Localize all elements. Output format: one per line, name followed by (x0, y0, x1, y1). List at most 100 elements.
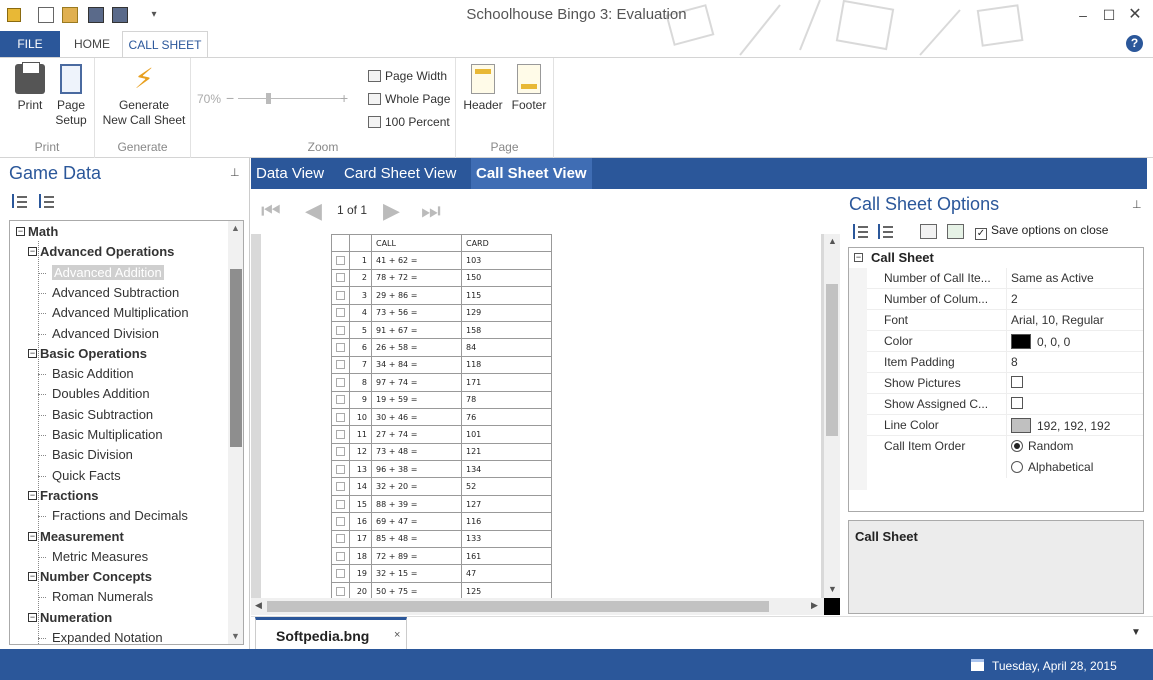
reset-options-icon[interactable] (920, 224, 937, 239)
pin-icon[interactable]: ⊥ (230, 166, 240, 179)
zoom-slider-knob[interactable] (266, 93, 271, 104)
tree-collapse-icon[interactable]: − (28, 531, 37, 541)
hundred-percent-button[interactable]: 100 Percent (368, 114, 450, 132)
tree-item[interactable]: Math (28, 223, 58, 241)
header-button[interactable]: Header (462, 64, 504, 113)
save-on-close-checkbox[interactable]: ✓ Save options on close (975, 223, 1108, 240)
tree-item[interactable]: Advanced Subtraction (52, 284, 179, 302)
generate-call-sheet-button[interactable]: ⚡ Generate New Call Sheet (101, 64, 187, 128)
tab-call-sheet-view[interactable]: Call Sheet View (471, 158, 592, 189)
viewer-scroll-right-icon[interactable]: ▶ (811, 600, 818, 611)
scroll-up-icon[interactable]: ▲ (231, 223, 240, 233)
radio-alphabetical-icon[interactable] (1011, 461, 1023, 473)
viewer-scroll-down-icon[interactable]: ▼ (828, 584, 837, 594)
tree-item[interactable]: Basic Operations (40, 345, 147, 363)
viewer-horizontal-scrollbar[interactable]: ◀ ▶ (251, 598, 824, 615)
tree-item[interactable]: Metric Measures (52, 548, 148, 566)
prop-call-item-order[interactable]: Call Item Order Random Alphabetical (867, 436, 1143, 478)
tree-item[interactable]: Fractions (40, 487, 99, 505)
zoom-in-button[interactable]: + (340, 90, 348, 106)
tree-collapse-icon[interactable]: − (28, 572, 37, 582)
viewer-vertical-scrollbar[interactable]: ▲ ▼ (824, 234, 840, 598)
last-page-icon[interactable]: ⏭ (421, 198, 441, 224)
first-page-icon[interactable]: ⏮ (261, 198, 281, 224)
print-button[interactable]: Print (12, 62, 48, 113)
tree-item[interactable]: Doubles Addition (52, 385, 150, 403)
prop-font[interactable]: Font Arial, 10, Regular (867, 310, 1143, 331)
zoom-out-button[interactable]: − (226, 90, 234, 106)
tree-item[interactable]: Fractions and Decimals (52, 507, 188, 525)
footer-button[interactable]: Footer (508, 64, 550, 113)
tree-item[interactable]: Measurement (40, 528, 124, 546)
prop-item-padding[interactable]: Item Padding 8 (867, 352, 1143, 373)
order-random-radio[interactable]: Random (1011, 439, 1073, 453)
tab-call-sheet[interactable]: CALL SHEET (122, 31, 208, 58)
maximize-button[interactable]: ☐ (1099, 6, 1119, 24)
tree-item[interactable]: Basic Multiplication (52, 426, 163, 444)
options-collapse-icon[interactable] (853, 224, 870, 239)
scroll-down-icon[interactable]: ▼ (231, 631, 240, 641)
tree-collapse-icon[interactable]: − (28, 247, 37, 257)
radio-random-icon[interactable] (1011, 440, 1023, 452)
zoom-slider[interactable] (238, 93, 342, 104)
viewer-scroll-thumb[interactable] (826, 284, 838, 436)
game-data-tree[interactable]: ▲ ▼ − Math − Advanced Operations Advanced Ad… (9, 220, 244, 645)
viewer-hscroll-thumb[interactable] (267, 601, 769, 612)
tree-item[interactable]: Advanced Addition (52, 264, 164, 282)
options-pin-icon[interactable]: ⊥ (1132, 198, 1142, 211)
close-tab-icon[interactable]: × (394, 629, 400, 641)
prop-show-pictures[interactable]: Show Pictures (867, 373, 1143, 394)
page-width-button[interactable]: Page Width (368, 68, 447, 86)
tree-scrollbar[interactable]: ▲ ▼ (228, 221, 243, 644)
apply-options-icon[interactable] (947, 224, 964, 239)
tree-item[interactable]: Number Concepts (40, 568, 152, 586)
tree-item[interactable]: Roman Numerals (52, 588, 153, 606)
collapse-all-icon[interactable] (12, 194, 29, 208)
tab-list-dropdown-icon[interactable]: ▼ (1131, 627, 1141, 638)
tree-item[interactable]: Advanced Multiplication (52, 304, 189, 322)
prop-line-color[interactable]: Line Color 192, 192, 192 (867, 415, 1143, 436)
section-collapse-icon[interactable]: − (854, 253, 863, 262)
line-color-swatch[interactable] (1011, 418, 1031, 433)
page-setup-button[interactable]: Page Setup (52, 64, 90, 128)
tree-item[interactable]: Basic Division (52, 446, 133, 464)
whole-page-button[interactable]: Whole Page (368, 91, 450, 109)
help-icon[interactable]: ? (1126, 35, 1143, 52)
tree-item[interactable]: Advanced Operations (40, 243, 174, 261)
tree-collapse-icon[interactable]: − (28, 612, 37, 622)
show-pictures-checkbox[interactable] (1011, 376, 1023, 388)
tree-item[interactable]: Numeration (40, 609, 112, 627)
sheet-area[interactable]: CALL CARD 1 41 + 62 = 103 2 78 + 72 = 150 3 29 … (251, 234, 840, 598)
tree-collapse-icon[interactable]: − (28, 490, 37, 500)
color-swatch[interactable] (1011, 334, 1031, 349)
next-page-icon[interactable]: ▶ (383, 198, 400, 224)
prop-show-assigned[interactable]: Show Assigned C... (867, 394, 1143, 415)
tree-item[interactable]: Advanced Division (52, 325, 159, 343)
viewer-scroll-up-icon[interactable]: ▲ (828, 236, 837, 246)
prop-number-of-columns[interactable]: Number of Colum... 2 (867, 289, 1143, 310)
file-menu[interactable]: FILE (0, 31, 60, 57)
previous-page-icon[interactable]: ◀ (305, 198, 322, 224)
show-assigned-checkbox[interactable] (1011, 397, 1023, 409)
tree-collapse-icon[interactable]: − (28, 348, 37, 358)
prop-color[interactable]: Color 0, 0, 0 (867, 331, 1143, 352)
call-sheet-section[interactable]: − Call Sheet (849, 248, 1143, 268)
tree-item[interactable]: Basic Addition (52, 365, 134, 383)
tab-data-view[interactable]: Data View (251, 158, 329, 189)
tree-item[interactable]: Expanded Notation (52, 629, 163, 644)
viewer-scroll-left-icon[interactable]: ◀ (255, 600, 262, 611)
close-button[interactable]: ✕ (1125, 6, 1145, 24)
prop-number-of-call-items[interactable]: Number of Call Ite... Same as Active (867, 268, 1143, 289)
tree-item[interactable]: Quick Facts (52, 467, 121, 485)
tree-collapse-icon[interactable]: − (16, 227, 25, 236)
options-expand-icon[interactable] (878, 224, 895, 239)
minimize-button[interactable]: – (1073, 6, 1093, 24)
document-tab[interactable]: Softpedia.bng × (255, 617, 407, 650)
tree-scroll-thumb[interactable] (230, 269, 242, 447)
tree-item[interactable]: Basic Subtraction (52, 406, 153, 424)
expand-all-icon[interactable] (39, 194, 56, 208)
order-alphabetical-radio[interactable]: Alphabetical (1011, 460, 1093, 474)
tab-card-sheet-view[interactable]: Card Sheet View (339, 158, 461, 189)
tab-home[interactable]: HOME (66, 31, 118, 57)
save-on-close-check-icon[interactable]: ✓ (975, 228, 987, 240)
